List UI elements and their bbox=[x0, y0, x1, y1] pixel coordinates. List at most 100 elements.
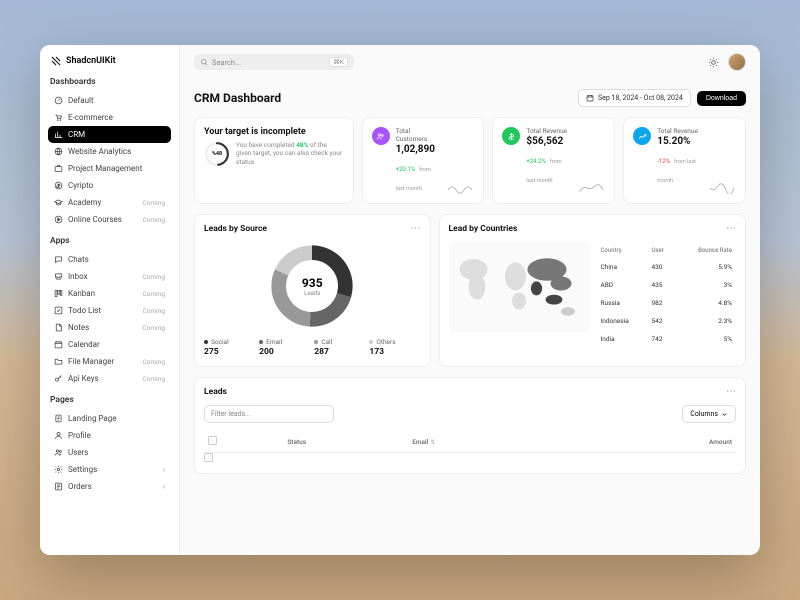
more-icon[interactable]: ⋯ bbox=[726, 387, 736, 397]
user-icon bbox=[54, 431, 63, 440]
leads-table: StatusEmail⇅ Amount bbox=[204, 431, 736, 464]
sidebar-item-api-keys[interactable]: Api KeysComing bbox=[48, 370, 171, 387]
more-icon[interactable]: ⋯ bbox=[726, 224, 736, 234]
gauge-icon bbox=[54, 96, 63, 105]
table-header[interactable]: Email⇅ bbox=[408, 431, 554, 453]
user-avatar[interactable] bbox=[728, 53, 746, 71]
table-header[interactable] bbox=[204, 431, 283, 453]
sparkline bbox=[577, 180, 605, 194]
table-header[interactable]: Status bbox=[283, 431, 408, 453]
page-title: CRM Dashboard bbox=[194, 91, 281, 105]
topbar: Search... ⌘K bbox=[180, 45, 760, 79]
target-description: You have completed 48% of the given targ… bbox=[236, 141, 344, 166]
sidebar-item-cyripto[interactable]: Cyripto bbox=[48, 177, 171, 194]
nav-label: Settings bbox=[68, 465, 97, 474]
nav-label: Profile bbox=[68, 431, 91, 440]
nav-label: Online Courses bbox=[68, 215, 122, 224]
coming-badge: Coming bbox=[143, 216, 165, 224]
section-label: Dashboards bbox=[50, 77, 169, 87]
coming-badge: Coming bbox=[143, 307, 165, 315]
sidebar-item-kanban[interactable]: KanbanComing bbox=[48, 285, 171, 302]
table-header[interactable] bbox=[554, 431, 591, 453]
sidebar-item-inbox[interactable]: InboxComing bbox=[48, 268, 171, 285]
leads-source-title: Leads by Source bbox=[204, 224, 267, 234]
table-row: India7425% bbox=[599, 331, 734, 347]
nav-label: Website Analytics bbox=[68, 147, 131, 156]
main-area: Search... ⌘K CRM Dashboard Sep 18, 2024 … bbox=[180, 45, 760, 555]
sidebar-item-project-management[interactable]: Project Management bbox=[48, 160, 171, 177]
sidebar-item-online-courses[interactable]: Online Courses Coming bbox=[48, 211, 171, 228]
nav-label: CRM bbox=[68, 130, 85, 139]
table-row: Indonesia5422.3% bbox=[599, 313, 734, 329]
legend-item: Email200 bbox=[259, 338, 310, 357]
chevron-left-icon: ‹ bbox=[163, 466, 165, 474]
nav-label: E-commerce bbox=[68, 113, 113, 122]
legend-item: Social275 bbox=[204, 338, 255, 357]
sidebar-item-default[interactable]: Default bbox=[48, 92, 171, 109]
table-row: ABD4353% bbox=[599, 277, 734, 293]
sidebar-item-e-commerce[interactable]: E-commerce bbox=[48, 109, 171, 126]
stats-row: Your target is incomplete %48 You have c… bbox=[194, 117, 746, 204]
sidebar-item-todo-list[interactable]: Todo List Coming bbox=[48, 302, 171, 319]
sidebar-item-orders[interactable]: Orders‹ bbox=[48, 478, 171, 495]
table-header[interactable]: Amount bbox=[591, 431, 736, 453]
sidebar-item-crm[interactable]: CRM bbox=[48, 126, 171, 143]
sidebar-item-users[interactable]: Users bbox=[48, 444, 171, 461]
content: CRM Dashboard Sep 18, 2024 - Oct 08, 202… bbox=[180, 79, 760, 555]
sidebar-item-file-manager[interactable]: File ManagerComing bbox=[48, 353, 171, 370]
stat-value: 1,02,890 bbox=[396, 144, 441, 155]
search-input[interactable]: Search... ⌘K bbox=[194, 54, 354, 70]
stat-value: 15.20% bbox=[657, 136, 702, 147]
lead-by-countries-card: Lead by Countries ⋯ bbox=[439, 214, 746, 367]
nav-label: Todo List bbox=[68, 306, 101, 315]
row-checkbox[interactable] bbox=[204, 453, 213, 462]
nav-label: Landing Page bbox=[68, 414, 117, 423]
section-label: Apps bbox=[50, 236, 169, 246]
stat-label: Total Customers bbox=[396, 127, 441, 143]
theme-toggle[interactable] bbox=[706, 55, 720, 69]
brand-logo[interactable]: ShadcnUIKit bbox=[48, 55, 171, 67]
legend-item: Others173 bbox=[369, 338, 420, 357]
sidebar-item-notes[interactable]: NotesComing bbox=[48, 319, 171, 336]
leads-title: Leads bbox=[204, 387, 227, 397]
brand-name: ShadcnUIKit bbox=[66, 56, 116, 66]
table-header: User bbox=[650, 244, 675, 257]
download-button[interactable]: Download bbox=[697, 91, 746, 106]
gear-icon bbox=[54, 465, 63, 474]
nav-label: Api Keys bbox=[68, 374, 99, 383]
stat-card-0: Total Customers1,02,890+20.1% from last … bbox=[362, 117, 485, 204]
donut-chart: 935 Leads bbox=[268, 242, 356, 330]
page-header: CRM Dashboard Sep 18, 2024 - Oct 08, 202… bbox=[194, 89, 746, 107]
sidebar-item-chats[interactable]: Chats bbox=[48, 251, 171, 268]
leads-filter-input[interactable]: Filter leads... bbox=[204, 405, 334, 423]
date-range-picker[interactable]: Sep 18, 2024 - Oct 08, 2024 bbox=[578, 89, 691, 107]
sidebar-item-landing-page[interactable]: Landing Page bbox=[48, 410, 171, 427]
coming-badge: Coming bbox=[143, 358, 165, 366]
nav-label: Kanban bbox=[68, 289, 95, 298]
page-icon bbox=[54, 414, 63, 423]
cart-icon bbox=[54, 113, 63, 122]
sidebar-item-academy[interactable]: AcademyComing bbox=[48, 194, 171, 211]
table-row[interactable] bbox=[204, 453, 736, 465]
nav-label: Calendar bbox=[68, 340, 100, 349]
calendar-icon bbox=[586, 94, 594, 102]
nav-label: Chats bbox=[68, 255, 89, 264]
stat-card-2: Total Revenue15.20%-12% from last month bbox=[623, 117, 746, 204]
world-map bbox=[449, 242, 589, 332]
select-all-checkbox[interactable] bbox=[208, 436, 217, 445]
search-icon bbox=[200, 58, 208, 66]
users-icon bbox=[54, 448, 63, 457]
more-icon[interactable]: ⋯ bbox=[411, 224, 421, 234]
sidebar-item-calendar[interactable]: Calendar bbox=[48, 336, 171, 353]
stat-card-1: Total Revenue$56,562+24.2% from last mon… bbox=[492, 117, 615, 204]
columns-button[interactable]: Columns bbox=[682, 405, 736, 423]
coin-icon bbox=[54, 181, 63, 190]
sidebar-item-profile[interactable]: Profile bbox=[48, 427, 171, 444]
leads-card: Leads ⋯ Filter leads... Columns StatusEm… bbox=[194, 377, 746, 474]
table-header: Bounce Rate bbox=[676, 244, 734, 257]
sidebar-item-website-analytics[interactable]: Website Analytics bbox=[48, 143, 171, 160]
donut-legend: Social275Email200Call287Others173 bbox=[204, 338, 421, 357]
target-ring: %48 bbox=[204, 141, 230, 167]
table-row: Russia9824.8% bbox=[599, 295, 734, 311]
sidebar-item-settings[interactable]: Settings ‹ bbox=[48, 461, 171, 478]
